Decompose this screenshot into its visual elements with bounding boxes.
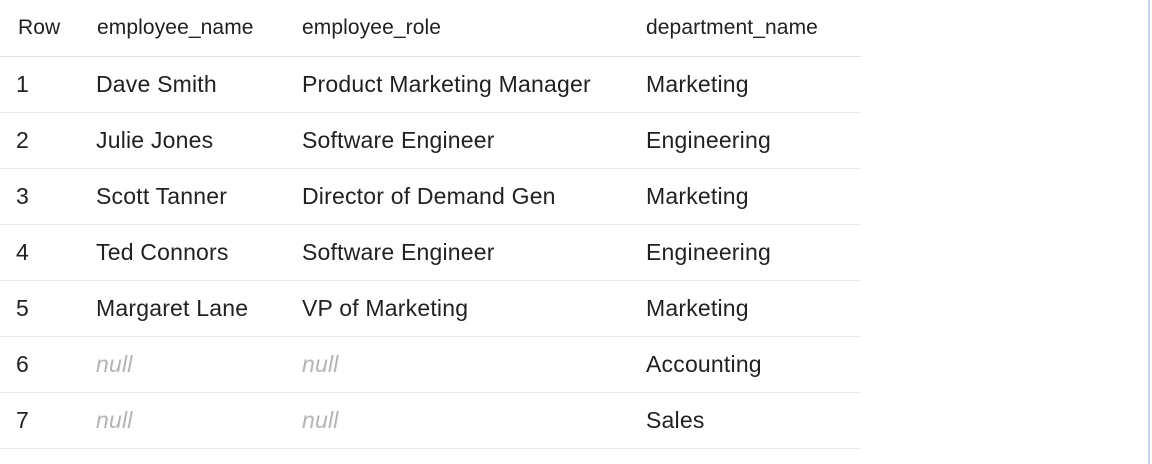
header-row: Row employee_name employee_role departme…	[0, 0, 861, 57]
employee-name-cell[interactable]: Margaret Lane	[96, 280, 302, 337]
department-name-cell[interactable]: Marketing	[646, 56, 861, 113]
query-results-panel: Row employee_name employee_role departme…	[0, 0, 1150, 464]
row-number-cell[interactable]: 4	[0, 224, 96, 281]
employee-name-cell[interactable]: Scott Tanner	[96, 168, 302, 225]
department-name-cell[interactable]: Sales	[646, 392, 861, 449]
department-name-cell[interactable]: Engineering	[646, 112, 861, 169]
employee-name-cell[interactable]: Julie Jones	[96, 112, 302, 169]
table-row[interactable]: 1 Dave Smith Product Marketing Manager M…	[0, 56, 861, 113]
table-row[interactable]: 7 null null Sales	[0, 392, 861, 449]
employee-role-null-cell[interactable]: null	[302, 392, 646, 449]
row-number-cell[interactable]: 5	[0, 280, 96, 337]
row-number-cell[interactable]: 2	[0, 112, 96, 169]
employee-role-cell[interactable]: Director of Demand Gen	[302, 168, 646, 225]
table-row[interactable]: 3 Scott Tanner Director of Demand Gen Ma…	[0, 168, 861, 225]
table-row[interactable]: 4 Ted Connors Software Engineer Engineer…	[0, 224, 861, 281]
table-row[interactable]: 2 Julie Jones Software Engineer Engineer…	[0, 112, 861, 169]
row-number-cell[interactable]: 3	[0, 168, 96, 225]
employee-name-cell[interactable]: Dave Smith	[96, 56, 302, 113]
employee-name-cell[interactable]: Ted Connors	[96, 224, 302, 281]
employee-role-cell[interactable]: Software Engineer	[302, 224, 646, 281]
row-number-cell[interactable]: 7	[0, 392, 96, 449]
column-header-department-name[interactable]: department_name	[646, 0, 861, 57]
department-name-cell[interactable]: Marketing	[646, 280, 861, 337]
department-name-cell[interactable]: Engineering	[646, 224, 861, 281]
column-header-employee-name[interactable]: employee_name	[96, 0, 302, 57]
department-name-cell[interactable]: Marketing	[646, 168, 861, 225]
column-header-employee-role[interactable]: employee_role	[302, 0, 646, 57]
employee-role-null-cell[interactable]: null	[302, 336, 646, 393]
employee-name-null-cell[interactable]: null	[96, 336, 302, 393]
results-table-header: Row employee_name employee_role departme…	[0, 0, 861, 57]
results-table-body: 1 Dave Smith Product Marketing Manager M…	[0, 56, 861, 449]
employee-role-cell[interactable]: Software Engineer	[302, 112, 646, 169]
employee-role-cell[interactable]: VP of Marketing	[302, 280, 646, 337]
department-name-cell[interactable]: Accounting	[646, 336, 861, 393]
row-number-cell[interactable]: 1	[0, 56, 96, 113]
results-table: Row employee_name employee_role departme…	[0, 0, 861, 449]
employee-name-null-cell[interactable]: null	[96, 392, 302, 449]
table-row[interactable]: 5 Margaret Lane VP of Marketing Marketin…	[0, 280, 861, 337]
table-row[interactable]: 6 null null Accounting	[0, 336, 861, 393]
row-number-cell[interactable]: 6	[0, 336, 96, 393]
column-header-row[interactable]: Row	[0, 0, 96, 57]
employee-role-cell[interactable]: Product Marketing Manager	[302, 56, 646, 113]
